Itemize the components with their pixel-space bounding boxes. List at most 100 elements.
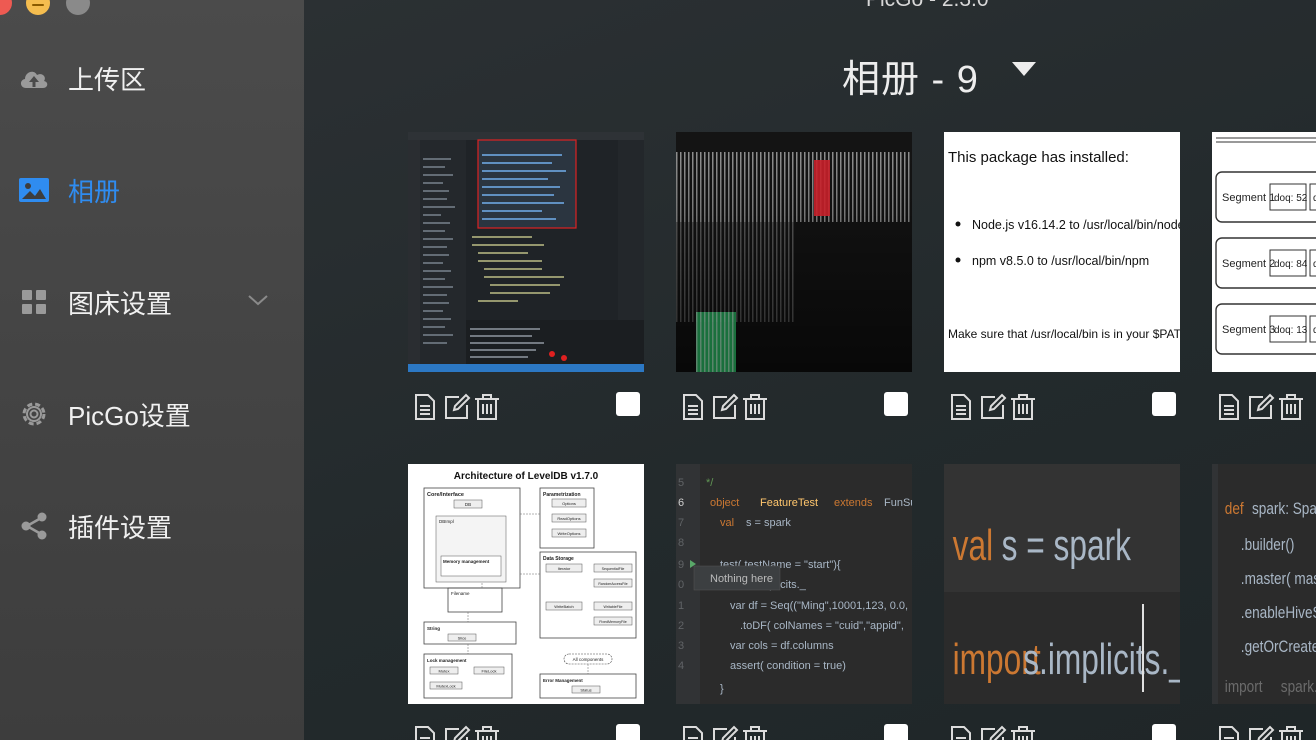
sidebar: 上传区 相册 图床设置 PicGo设置 插件设置 <box>0 0 310 740</box>
select-checkbox[interactable] <box>1152 392 1176 416</box>
caret-down-icon[interactable] <box>1012 62 1036 76</box>
image-text: SequentialFile <box>602 567 625 571</box>
delete-icon[interactable] <box>740 724 770 740</box>
edit-icon[interactable] <box>1246 392 1276 422</box>
copy-link-icon[interactable] <box>410 724 440 740</box>
gallery-image[interactable]: 5 6 7 8 9 0 1 2 3 4 */ object FeatureTes… <box>676 464 912 704</box>
image-text: ReadOptions <box>557 516 580 521</box>
image-text: Filename <box>451 591 470 596</box>
code-text: assert( condition = true) <box>730 660 846 672</box>
code-text: val <box>720 517 734 529</box>
edit-icon[interactable] <box>978 392 1008 422</box>
copy-link-icon[interactable] <box>678 724 708 740</box>
code-text: val <box>953 521 993 570</box>
select-checkbox[interactable] <box>616 392 640 416</box>
code-text: .getOrCreate() <box>1241 638 1316 657</box>
delete-icon[interactable] <box>1276 392 1306 422</box>
select-checkbox[interactable] <box>1152 724 1176 740</box>
copy-link-icon[interactable] <box>410 392 440 422</box>
image-text: Status <box>580 688 591 693</box>
share-icon <box>18 510 50 542</box>
image-text: Parametrization <box>543 492 581 498</box>
sidebar-item-gallery[interactable]: 相册 <box>0 160 304 220</box>
cloud-upload-icon <box>18 62 50 94</box>
image-text: Iterator <box>558 566 571 571</box>
delete-icon[interactable] <box>740 392 770 422</box>
image-text: WriteBatch <box>554 604 574 609</box>
image-text: doq: 84 <box>1274 259 1308 270</box>
sidebar-item-picgo-settings[interactable]: PicGo设置 <box>0 384 304 444</box>
gallery-image[interactable] <box>408 132 644 372</box>
gallery-image[interactable] <box>676 132 912 372</box>
image-text: doq: 13 <box>1274 325 1308 336</box>
gallery-image[interactable]: def spark: SparkSe .builder() .master( m… <box>1212 464 1316 704</box>
sidebar-item-picbed-settings[interactable]: 图床设置 <box>0 272 304 332</box>
window-close-button[interactable] <box>0 0 12 15</box>
code-text: .master( master <box>1241 570 1316 589</box>
gallery-image[interactable]: val s = spark import s.implicits._ <box>944 464 1180 704</box>
select-checkbox[interactable] <box>884 392 908 416</box>
edit-icon[interactable] <box>1246 724 1276 740</box>
sidebar-item-upload[interactable]: 上传区 <box>0 48 304 108</box>
window-maximize-button[interactable] <box>66 0 90 15</box>
gallery-image[interactable]: This package has installed: Node.js v16.… <box>944 132 1180 372</box>
delete-icon[interactable] <box>472 392 502 422</box>
code-text: extends <box>834 497 873 509</box>
image-text: FixedMemoryFile <box>599 620 627 624</box>
code-text: FunSuite{ <box>884 497 912 509</box>
copy-link-icon[interactable] <box>678 392 708 422</box>
window-minimize-button[interactable] <box>26 0 50 15</box>
code-text: FeatureTest <box>760 497 818 509</box>
gallery-image[interactable]: Segment 1 Segment 2 Segment 3 doq: 52 do… <box>1212 132 1316 372</box>
copy-link-icon[interactable] <box>1214 724 1244 740</box>
delete-icon[interactable] <box>1008 392 1038 422</box>
code-text: } <box>720 683 724 695</box>
card-actions <box>408 724 644 740</box>
edit-icon[interactable] <box>710 724 740 740</box>
line-number: 7 <box>678 517 684 529</box>
line-number: 8 <box>678 537 684 549</box>
code-text: var cols = df.columns <box>730 640 834 652</box>
image-text: Architecture of LevelDB v1.7.0 <box>454 471 599 482</box>
gallery-image[interactable]: Architecture of LevelDB v1.7.0 Core/Inte… <box>408 464 644 704</box>
edit-icon[interactable] <box>710 392 740 422</box>
copy-link-icon[interactable] <box>946 724 976 740</box>
edit-icon[interactable] <box>442 392 472 422</box>
chevron-down-icon[interactable] <box>246 293 270 312</box>
grid-icon <box>18 286 50 318</box>
image-text: Core/Interface <box>427 492 464 498</box>
line-number: 4 <box>678 660 684 672</box>
code-text: spark.impli <box>1281 678 1316 697</box>
image-text: Data Storage <box>543 556 574 562</box>
image-text: Slice <box>458 636 467 641</box>
image-icon <box>18 174 50 206</box>
edit-icon[interactable] <box>442 724 472 740</box>
code-text: spark: SparkSe <box>1252 500 1316 519</box>
image-text: Error Management <box>543 678 583 683</box>
edit-icon[interactable] <box>978 724 1008 740</box>
image-text: Segment 1 <box>1222 192 1275 204</box>
copy-link-icon[interactable] <box>946 392 976 422</box>
image-text: This package has installed: <box>948 149 1129 166</box>
image-text: Options <box>562 501 576 506</box>
code-text: */ <box>706 477 714 489</box>
line-number: 6 <box>678 497 684 509</box>
copy-link-icon[interactable] <box>1214 392 1244 422</box>
code-text: s = spark <box>746 517 791 529</box>
sidebar-item-plugin-settings[interactable]: 插件设置 <box>0 496 304 556</box>
image-text: String <box>427 626 440 631</box>
line-number: 1 <box>678 600 684 612</box>
delete-icon[interactable] <box>1008 724 1038 740</box>
sidebar-item-label: 插件设置 <box>68 512 173 543</box>
image-text: RandomAccessFile <box>598 582 627 586</box>
sidebar-item-label: PicGo设置 <box>68 400 191 431</box>
line-number: 2 <box>678 620 684 632</box>
card-actions <box>944 392 1180 424</box>
select-checkbox[interactable] <box>884 724 908 740</box>
delete-icon[interactable] <box>472 724 502 740</box>
select-checkbox[interactable] <box>616 724 640 740</box>
main-content: PicGo - 2.3.0 相册 - 9 <box>304 0 1316 740</box>
code-text: .enableHiveSuppo <box>1241 604 1316 623</box>
line-number: 3 <box>678 640 684 652</box>
delete-icon[interactable] <box>1276 724 1306 740</box>
